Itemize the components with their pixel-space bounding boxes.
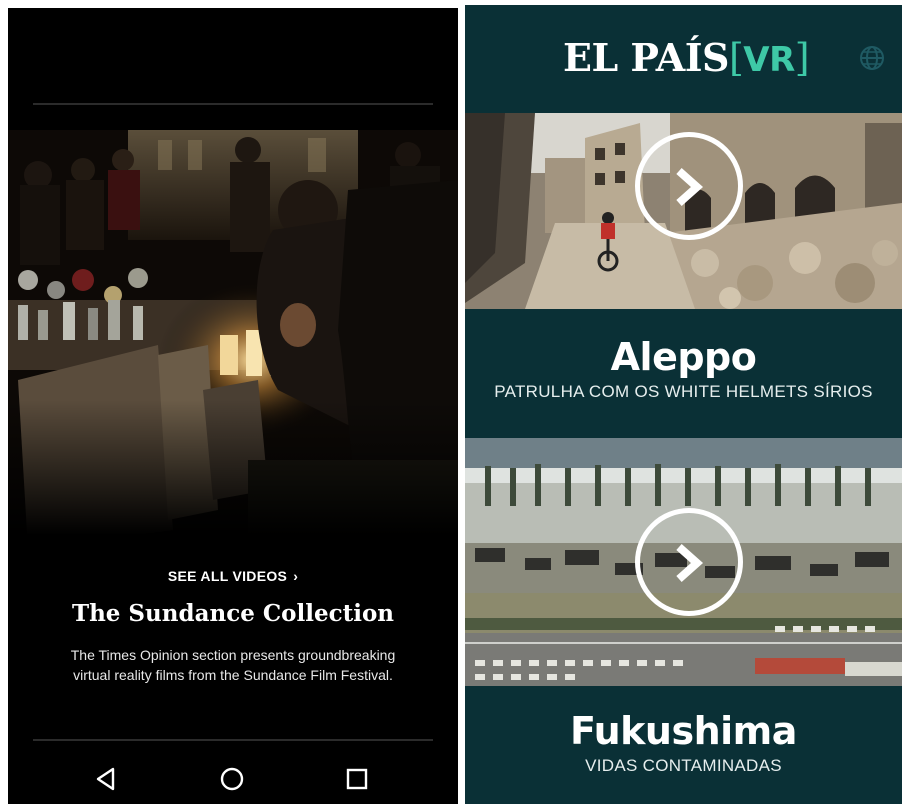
recents-button[interactable] [344, 766, 370, 792]
globe-icon [860, 46, 884, 70]
top-divider [33, 103, 433, 105]
aleppo-subtitle: PATRULHA COM OS WHITE HELMETS SÍRIOS [494, 382, 873, 401]
app-header: EL PAÍS[VR] [465, 5, 902, 113]
back-button[interactable] [94, 766, 120, 792]
fukushima-subtitle: VIDAS CONTAMINADAS [585, 756, 782, 775]
home-circle-icon [220, 767, 244, 791]
android-navigation-bar [8, 748, 458, 804]
recents-square-icon [346, 768, 368, 790]
chevron-right-icon: › [293, 568, 299, 584]
hero-bottom-fade [8, 400, 458, 550]
fukushima-play-button[interactable] [635, 508, 743, 616]
nyt-vr-screen: SEE ALL VIDEOS › The Sundance Collection … [8, 8, 458, 804]
language-button[interactable] [859, 45, 885, 71]
chevron-right-icon [676, 168, 704, 206]
sundance-collection-hero-image[interactable] [8, 130, 458, 550]
collection-title[interactable]: The Sundance Collection [8, 600, 458, 627]
logo-vr: VR [743, 40, 795, 80]
home-button[interactable] [219, 766, 245, 792]
logo-bracket-open: [ [728, 36, 744, 80]
bottom-divider [33, 739, 433, 741]
el-pais-vr-logo: EL PAÍS[VR] [563, 35, 810, 83]
back-triangle-icon [96, 767, 115, 791]
logo-bracket-close: ] [794, 36, 810, 80]
see-all-videos-label: SEE ALL VIDEOS [167, 568, 288, 584]
collection-description: The Times Opinion section presents groun… [70, 647, 396, 683]
chevron-right-icon [676, 544, 704, 582]
aleppo-play-button[interactable] [635, 132, 743, 240]
fukushima-title[interactable]: Fukushima [465, 709, 902, 753]
logo-text: EL PAÍS [563, 35, 729, 80]
el-pais-vr-screen: EL PAÍS[VR] Aleppo PATRULHA COM OS WHITE… [465, 5, 902, 804]
see-all-videos-link[interactable]: SEE ALL VIDEOS › [8, 568, 458, 584]
aleppo-title[interactable]: Aleppo [465, 335, 902, 379]
